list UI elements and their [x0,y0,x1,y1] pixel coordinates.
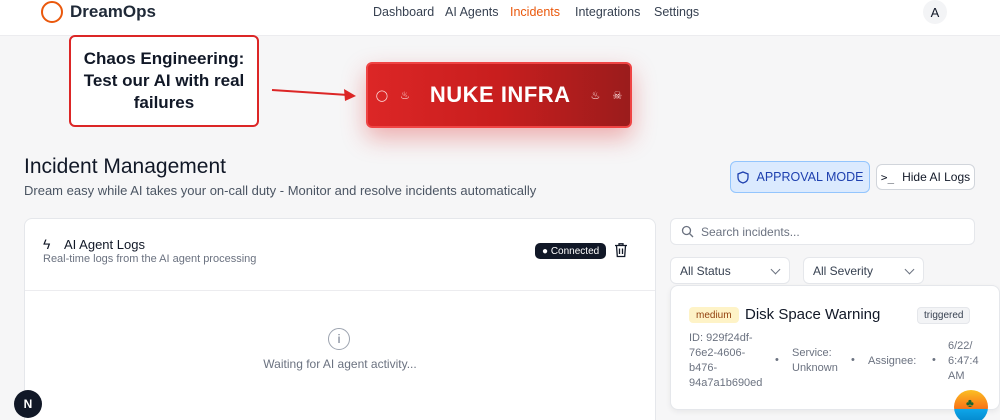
incident-title[interactable]: Disk Space Warning [745,306,880,323]
status-filter-value: All Status [680,263,731,278]
terminal-icon: >_ [880,170,895,184]
page-subtitle: Dream easy while AI takes your on-call d… [24,183,537,198]
nav-incidents[interactable]: Incidents [510,5,560,19]
user-avatar[interactable]: A [923,0,947,24]
shield-icon [736,170,749,184]
hide-ai-logs-label: Hide AI Logs [902,170,971,184]
status-filter-select[interactable]: All Status [670,257,790,284]
incident-date: 6/22/ 6:47:4 AM [948,339,979,384]
hide-ai-logs-button[interactable]: >_ Hide AI Logs [876,164,975,190]
beach-avatar-icon[interactable]: ♣ [954,390,988,420]
incident-status-badge: triggered [917,307,971,324]
incident-id-line: 94a7a1b690ed [689,377,763,389]
search-input[interactable] [701,222,961,242]
nav-integrations[interactable]: Integrations [575,5,640,19]
severity-badge: medium [689,307,739,323]
callout-arrow-icon [271,89,356,101]
incident-id-line: ID: 929f24df- [689,332,753,344]
approval-mode-button[interactable]: APPROVAL MODE [730,161,870,193]
severity-filter-value: All Severity [813,263,874,278]
nav-settings[interactable]: Settings [654,5,699,19]
incident-search [670,218,975,245]
search-icon [681,225,694,238]
incident-service-value: Unknown [792,362,838,374]
incident-id: ID: 929f24df- 76e2-4606- b476- 94a7a1b69… [689,331,762,391]
callout-line-1: Chaos Engineering: [83,49,245,68]
nuke-infra-label: NUKE INFRA [429,82,571,107]
fire-icon: ♨ [400,89,410,102]
nextjs-dev-badge[interactable]: N [14,390,42,418]
logs-panel-divider [25,290,655,291]
connection-status-badge: ● Connected [535,243,607,259]
chevron-down-icon [904,264,915,275]
logs-empty-state: Waiting for AI agent activity... [263,357,417,371]
separator-dot: • [851,354,855,366]
page-title: Incident Management [24,155,226,178]
callout-line-2: Test our AI with real [83,71,245,90]
approval-mode-label: APPROVAL MODE [756,170,864,184]
lightning-icon: ϟ [43,236,51,252]
incident-card[interactable]: medium Disk Space Warning triggered ID: … [670,285,1000,410]
nav-ai-agents[interactable]: AI Agents [445,5,499,19]
incident-id-line: b476- [689,362,718,374]
callout-line-3: failures [133,93,195,112]
skull-icon: ☠ [612,89,623,102]
dreamops-logo-icon[interactable] [41,1,63,23]
incident-service-label: Service: [792,347,832,359]
ai-agent-logs-panel: ϟ AI Agent Logs Real-time logs from the … [24,218,656,420]
chevron-down-icon [770,264,781,275]
incident-date-line: AM [948,370,965,382]
severity-filter-select[interactable]: All Severity [803,257,924,284]
incident-date-line: 6/22/ [948,340,973,352]
incident-assignee: Assignee: [868,355,917,367]
fire-icon: ♨ [590,89,601,102]
palm-tree-icon: ♣ [966,396,974,410]
brand-name[interactable]: DreamOps [70,2,156,22]
info-icon: i [328,328,350,350]
logs-panel-subtitle: Real-time logs from the AI agent process… [43,253,257,265]
incident-service: Service: Unknown [792,346,838,376]
top-nav-bar: DreamOps Dashboard AI Agents Incidents I… [0,0,1000,36]
trash-icon[interactable] [614,242,628,258]
bomb-icon: ◯ [375,89,388,102]
nuke-infra-button[interactable]: ◯ ♨ NUKE INFRA ♨ ☠ [366,62,632,128]
separator-dot: • [775,354,779,366]
chaos-engineering-callout: Chaos Engineering: Test our AI with real… [69,35,259,127]
incident-id-line: 76e2-4606- [689,347,746,359]
incident-date-line: 6:47:4 [948,355,979,367]
separator-dot: • [932,354,936,366]
nav-dashboard[interactable]: Dashboard [373,5,434,19]
logs-panel-title: AI Agent Logs [64,237,145,252]
